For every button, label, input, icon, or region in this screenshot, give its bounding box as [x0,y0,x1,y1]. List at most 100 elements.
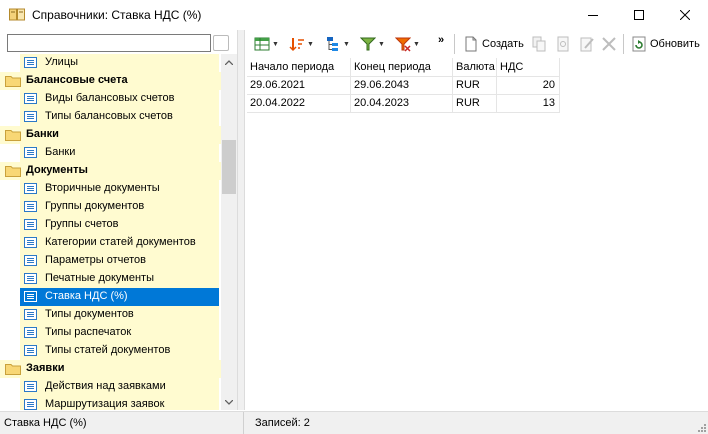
app-book-icon [9,8,25,21]
maximize-button[interactable] [616,0,662,30]
scroll-down-button[interactable] [221,394,237,410]
search-clear-button[interactable] [213,35,229,51]
hierarchy-icon [327,37,338,51]
minimize-button[interactable] [570,0,616,30]
tree-item[interactable]: Группы счетов [0,216,221,234]
dropdown-arrow-icon: ▼ [343,40,350,48]
list-icon [24,345,37,356]
cell-start: 20.04.2022 [247,95,351,112]
tree-item[interactable]: Типы документов [0,306,221,324]
tree-item-label: Типы статей документов [45,344,171,356]
tree-group-label: Банки [26,128,59,140]
cell-end: 29.06.2043 [351,77,453,94]
list-icon [24,183,37,194]
list-icon [24,219,37,230]
edit-icon [580,37,594,52]
tree-item[interactable]: Вторичные документы [0,180,221,198]
toolbar-overflow-button[interactable]: » [438,34,444,46]
scroll-thumb[interactable] [222,140,236,194]
chevron-down-icon [225,399,233,405]
grouping-button[interactable]: ▼ [325,35,350,53]
records-grid: Начало периода Конец периода Валюта НДС … [247,58,560,113]
dropdown-arrow-icon: ▼ [307,40,314,48]
list-icon [24,273,37,284]
column-header-vat[interactable]: НДС [497,58,560,76]
tree-item[interactable]: Виды балансовых счетов [0,90,221,108]
tree-item[interactable]: Группы документов [0,198,221,216]
tree-item[interactable]: Маршрутизация заявок [0,396,221,410]
view-document-icon [557,36,569,52]
table-row[interactable]: 20.04.2022 20.04.2023 RUR 13 [247,95,560,113]
tree-item[interactable]: Типы статей документов [0,342,221,360]
tree-scrollbar[interactable] [221,54,237,410]
minimize-icon [588,15,598,16]
tree-item-label: Виды балансовых счетов [45,92,175,104]
delete-icon [602,37,616,51]
status-record-count: Записей: 2 [255,417,310,429]
tree-item-label: Типы распечаток [45,326,132,338]
toolbar-separator [454,34,455,54]
column-header-start[interactable]: Начало периода [247,58,351,76]
cell-vat: 20 [497,77,560,94]
toolbar: ▼ ▼ ▼ ▼ ▼ » Создать Обновить [245,30,708,57]
search-input[interactable] [7,34,211,52]
tree-item-label: Действия над заявками [45,380,166,392]
delete-button[interactable] [601,35,617,53]
create-button[interactable]: Создать [463,35,524,53]
folder-icon [5,166,21,177]
dropdown-arrow-icon: ▼ [272,40,279,48]
edit-button[interactable] [579,35,595,53]
tree-item[interactable]: Категории статей документов [0,234,221,252]
tree-item[interactable]: Типы балансовых счетов [0,108,221,126]
list-icon [24,57,37,68]
pane-splitter[interactable] [237,30,245,410]
window-title: Справочники: Ставка НДС (%) [32,8,202,22]
dictionary-tree: Улицы Балансовые счета Виды балансовых сче… [0,54,221,410]
tree-item[interactable]: Печатные документы [0,270,221,288]
tree-item-label: Категории статей документов [45,236,196,248]
sort-button[interactable]: ▼ [289,35,314,53]
list-icon [24,111,37,122]
tree-item-label: Банки [45,146,76,158]
column-header-currency[interactable]: Валюта [453,58,497,76]
tree-item-label: Печатные документы [45,272,155,284]
close-button[interactable] [662,0,708,30]
toolbar-separator [623,34,624,54]
folder-icon [5,76,21,87]
tree-item[interactable]: Параметры отчетов [0,252,221,270]
folder-icon [5,364,21,375]
create-label: Создать [482,38,524,50]
status-bar: Ставка НДС (%) Записей: 2 [0,411,708,434]
tree-item[interactable]: Улицы [0,54,221,72]
tree-item[interactable]: Действия над заявками [0,378,221,396]
column-header-end[interactable]: Конец периода [351,58,453,76]
view-button[interactable] [555,35,571,53]
refresh-button[interactable]: Обновить [631,35,700,53]
list-icon [24,309,37,320]
list-icon [24,93,37,104]
tree-group[interactable]: Заявки [0,360,221,378]
tree-group-label: Балансовые счета [26,74,128,86]
filter-remove-icon [395,37,411,52]
dropdown-arrow-icon: ▼ [413,40,420,48]
table-row[interactable]: 29.06.2021 29.06.2043 RUR 20 [247,77,560,95]
chevron-up-icon [225,59,233,65]
tree-group[interactable]: Документы [0,162,221,180]
status-divider [243,412,244,434]
cell-start: 29.06.2021 [247,77,351,94]
tree-item[interactable]: Банки [0,144,221,162]
grid-settings-button[interactable]: ▼ [254,35,279,53]
copy-button[interactable] [531,35,547,53]
tree-item[interactable]: Типы распечаток [0,324,221,342]
scroll-up-button[interactable] [221,54,237,70]
list-icon [24,381,37,392]
filter-button[interactable]: ▼ [360,35,385,53]
navigation-pane: Улицы Балансовые счета Виды балансовых сче… [0,30,237,410]
tree-group[interactable]: Банки [0,126,221,144]
tree-group[interactable]: Балансовые счета [0,72,221,90]
tree-item[interactable]: Ставка НДС (%) [0,288,221,306]
resize-grip-icon[interactable] [696,422,706,432]
list-icon [24,327,37,338]
filter-clear-button[interactable]: ▼ [395,35,420,53]
list-icon [24,255,37,266]
